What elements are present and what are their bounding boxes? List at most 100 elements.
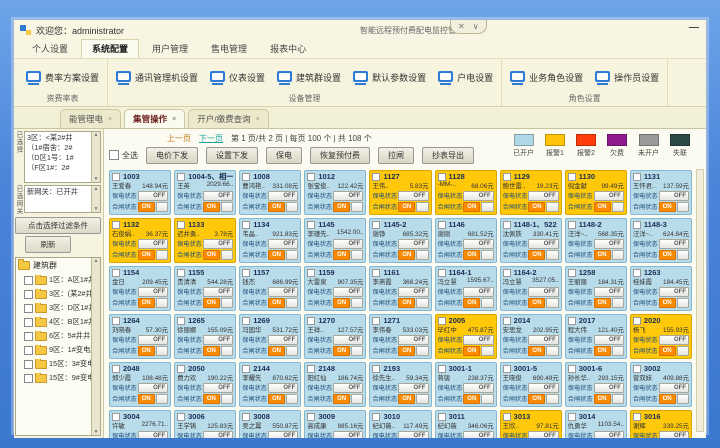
tree-item[interactable]: 15区：9#变电所（4#变 <box>24 373 91 383</box>
power-off-state[interactable]: OFF <box>463 239 493 249</box>
power-off-state[interactable]: OFF <box>138 335 168 345</box>
menu-item[interactable]: 系统配置 <box>81 39 139 58</box>
switch-off-slot[interactable] <box>221 394 233 404</box>
switch-on-button[interactable]: ON <box>528 202 545 212</box>
card-checkbox[interactable] <box>242 413 250 421</box>
meter-card[interactable]: 3016 谢辉 339.25元 保电状态 OFF 合闸状态 <box>630 410 692 438</box>
switch-on-button[interactable]: ON <box>398 250 415 260</box>
power-off-state[interactable]: OFF <box>594 335 624 345</box>
switch-off-slot[interactable] <box>612 250 624 260</box>
switch-on-button[interactable]: ON <box>528 250 545 260</box>
ribbon-button[interactable]: 建筑群设置 <box>277 71 341 85</box>
power-off-state[interactable]: OFF <box>594 287 624 297</box>
switch-off-slot[interactable] <box>546 250 558 260</box>
toolbar-button[interactable]: 电价下发 <box>146 147 198 164</box>
menu-item[interactable]: 售电管理 <box>201 40 257 58</box>
meter-card[interactable]: 1269 冯国华 531.72元 保电状态 OFF 合闸状态 <box>239 314 301 359</box>
power-off-state[interactable]: OFF <box>659 239 689 249</box>
switch-off-slot[interactable] <box>612 394 624 404</box>
card-checkbox[interactable] <box>568 317 576 325</box>
meter-card[interactable]: 3010 纪幻薇.. 117.49元 保电状态 OFF 合闸 <box>369 410 431 438</box>
meter-card[interactable]: 1164-1 冯立慧 1595.67.. 保电状态 OFF <box>435 266 497 311</box>
meter-card[interactable]: 3009 高成康 885.16元 保电状态 OFF 合闸状态 <box>304 410 366 438</box>
switch-off-slot[interactable] <box>351 346 363 356</box>
switch-on-button[interactable]: ON <box>594 250 611 260</box>
card-checkbox[interactable] <box>307 269 315 277</box>
document-tab[interactable]: 开户/缴费查询 × <box>188 109 268 128</box>
switch-off-slot[interactable] <box>677 394 689 404</box>
meter-card[interactable]: 1130 倪金献 99.49元 保电状态 OFF 合闸状态 <box>565 170 627 215</box>
listbox-line[interactable]: 3区：<某2#井 <box>27 133 91 143</box>
switch-off-slot[interactable] <box>286 202 298 212</box>
card-checkbox[interactable] <box>112 413 120 421</box>
select-all-checkbox[interactable] <box>109 150 119 160</box>
meter-card[interactable]: 1145-2 谢铮 685.32元 保电状态 OFF 合闸状 <box>369 218 431 263</box>
switch-off-slot[interactable] <box>612 298 624 308</box>
tree-checkbox[interactable] <box>24 318 33 327</box>
switch-on-button[interactable]: ON <box>333 394 350 404</box>
card-checkbox[interactable] <box>242 173 250 181</box>
card-checkbox[interactable] <box>242 317 250 325</box>
switch-off-slot[interactable] <box>416 202 428 212</box>
card-checkbox[interactable] <box>568 413 576 421</box>
switch-on-button[interactable]: ON <box>203 250 220 260</box>
card-checkbox[interactable] <box>307 413 315 421</box>
card-checkbox[interactable] <box>633 221 641 229</box>
tree-root[interactable]: 建筑群 <box>18 260 91 271</box>
power-off-state[interactable]: OFF <box>659 191 689 201</box>
close-icon[interactable]: × <box>256 116 260 123</box>
meter-card[interactable]: 1148-2 汪洋~.. 568.35元 保电状态 OFF <box>565 218 627 263</box>
meter-card[interactable]: 1145 李瑾先.. 1542.00.. 保电状态 OFF <box>304 218 366 263</box>
switch-on-button[interactable]: ON <box>138 202 155 212</box>
power-off-state[interactable]: OFF <box>138 383 168 393</box>
meter-card[interactable]: 1128 -MM-.. 68.06元 保电状态 OFF 合闸 <box>435 170 497 215</box>
power-off-state[interactable]: OFF <box>333 383 363 393</box>
card-checkbox[interactable] <box>372 173 380 181</box>
switch-off-slot[interactable] <box>546 298 558 308</box>
card-checkbox[interactable] <box>242 221 250 229</box>
switch-off-slot[interactable] <box>156 394 168 404</box>
listbox-scrollbar[interactable]: ▲▼ <box>91 132 100 182</box>
switch-on-button[interactable]: ON <box>659 394 676 404</box>
ribbon-button[interactable]: 业务角色设置 <box>510 71 583 85</box>
tree-scrollbar[interactable]: ▲▼ <box>91 258 100 435</box>
switch-off-slot[interactable] <box>156 250 168 260</box>
meter-card[interactable]: 1146 谢刚 681.52元 保电状态 OFF 合闸状态 <box>435 218 497 263</box>
power-off-state[interactable]: OFF <box>268 287 298 297</box>
tree-checkbox[interactable] <box>24 346 33 355</box>
card-checkbox[interactable] <box>177 221 185 229</box>
switch-on-button[interactable]: ON <box>594 202 611 212</box>
meter-card[interactable]: 2148 阳红仙 186.74元 保电状态 OFF 合闸状态 <box>304 362 366 407</box>
meter-card[interactable]: 1265 徐丽娜 155.09元 保电状态 OFF 合闸状态 <box>174 314 236 359</box>
power-off-state[interactable]: OFF <box>398 383 428 393</box>
switch-on-button[interactable]: ON <box>268 394 285 404</box>
switch-off-slot[interactable] <box>481 202 493 212</box>
switch-off-slot[interactable] <box>351 298 363 308</box>
tree-item[interactable]: 3区：(某2#井（1#宿 <box>24 289 91 299</box>
card-checkbox[interactable] <box>307 365 315 373</box>
switch-off-slot[interactable] <box>221 202 233 212</box>
power-off-state[interactable]: OFF <box>398 239 428 249</box>
card-checkbox[interactable] <box>503 317 511 325</box>
ribbon-button[interactable]: 户电设置 <box>438 71 493 85</box>
meter-card[interactable]: 3006 王学铸 125.83元 保电状态 OFF 合闸状态 <box>174 410 236 438</box>
switch-on-button[interactable]: ON <box>138 298 155 308</box>
switch-off-slot[interactable] <box>351 250 363 260</box>
card-checkbox[interactable] <box>307 317 315 325</box>
chevron-down-icon[interactable]: ∨ <box>473 21 479 33</box>
tree-checkbox[interactable] <box>24 360 33 369</box>
card-checkbox[interactable] <box>242 269 250 277</box>
power-off-state[interactable]: OFF <box>398 431 428 439</box>
switch-on-button[interactable]: ON <box>333 250 350 260</box>
tree-checkbox[interactable] <box>24 290 33 299</box>
power-off-state[interactable]: OFF <box>528 335 558 345</box>
switch-off-slot[interactable] <box>546 202 558 212</box>
power-off-state[interactable]: OFF <box>659 431 689 439</box>
card-checkbox[interactable] <box>177 269 185 277</box>
switch-off-slot[interactable] <box>612 346 624 356</box>
meter-card[interactable]: 1134 韦晶.. 921.83元 保电状态 OFF 合闸状 <box>239 218 301 263</box>
meter-card[interactable]: 1270 王祥.. 127.57元 保电状态 OFF 合闸状 <box>304 314 366 359</box>
tree-checkbox[interactable] <box>24 304 33 313</box>
card-checkbox[interactable] <box>112 221 120 229</box>
switch-on-button[interactable]: ON <box>659 202 676 212</box>
